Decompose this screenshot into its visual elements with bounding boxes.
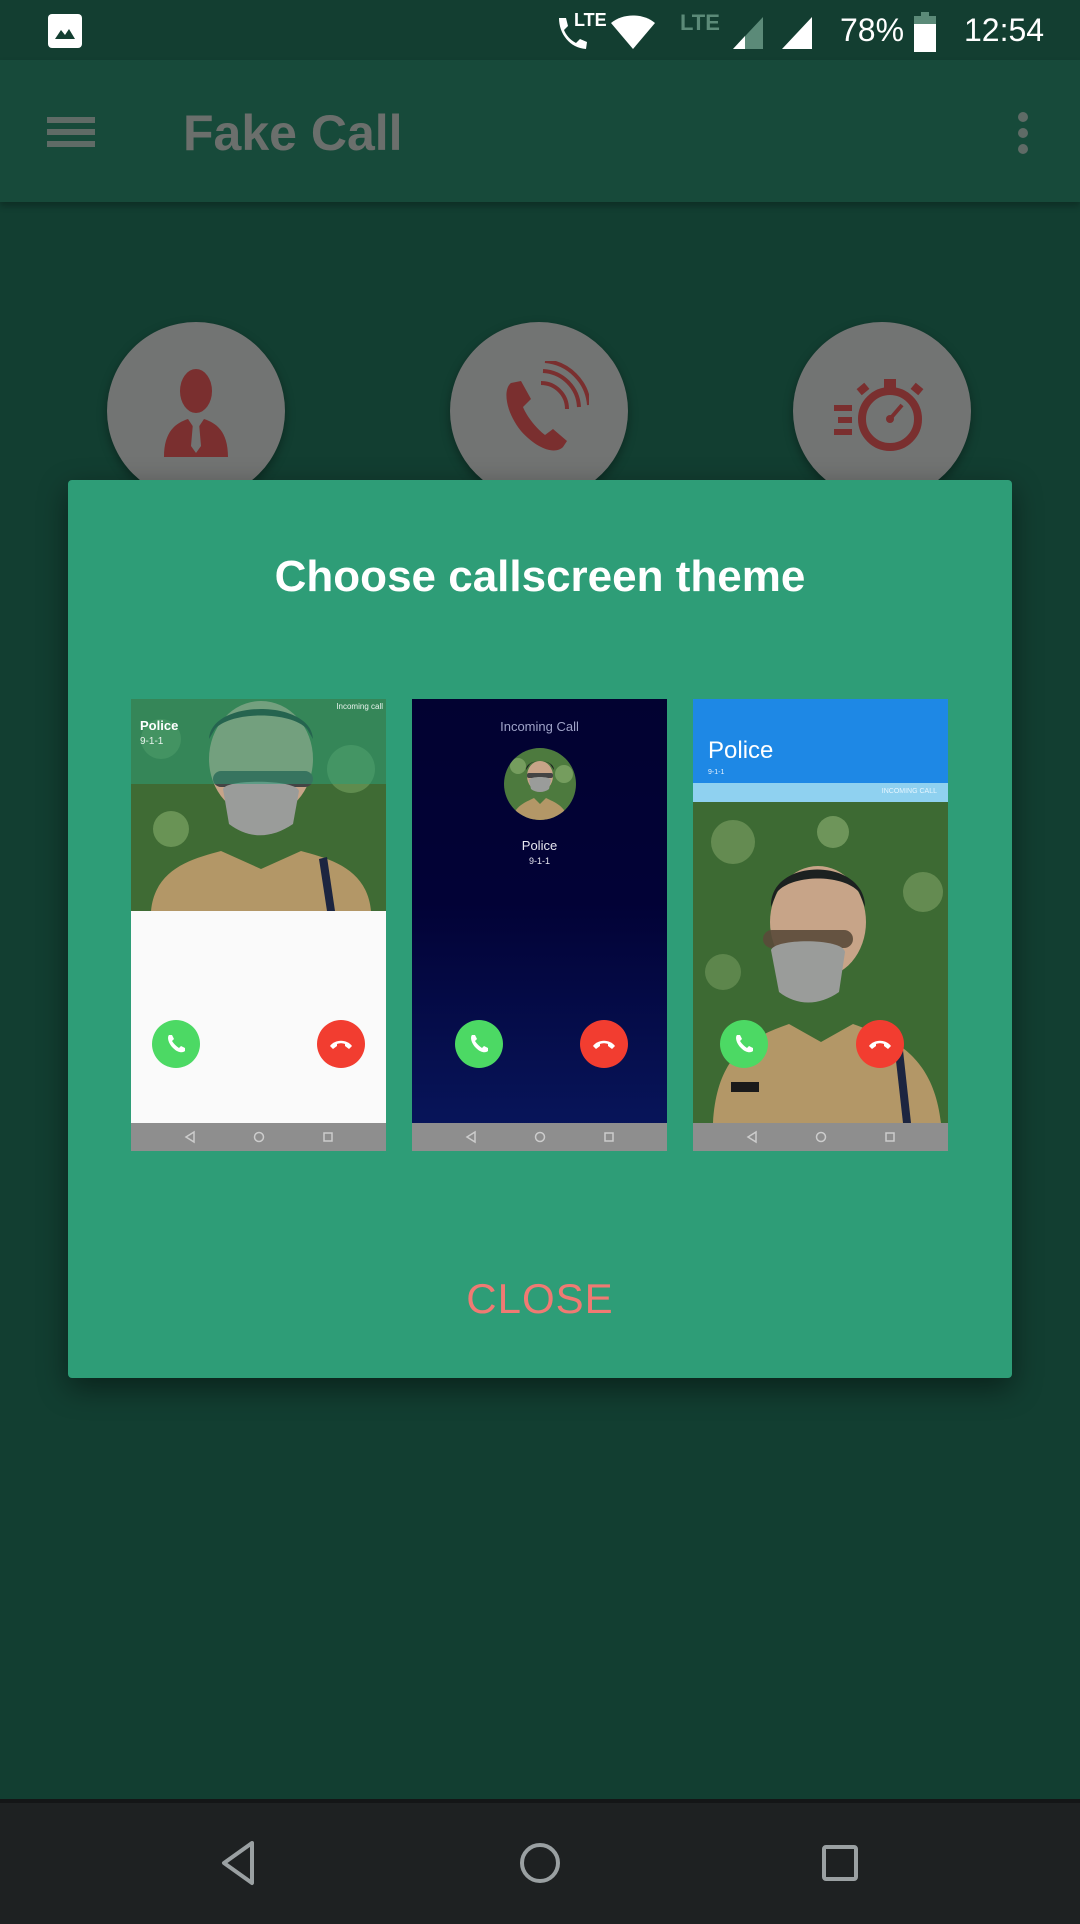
mini-back-icon [746, 1130, 757, 1144]
mini-recents-icon [323, 1132, 333, 1142]
mini-home-icon [815, 1131, 827, 1143]
mini-recents-icon [604, 1132, 614, 1142]
accept-call-icon [455, 1020, 503, 1068]
recents-square-icon[interactable] [818, 1839, 862, 1887]
back-triangle-icon[interactable] [218, 1839, 262, 1887]
data-lte-label: LTE [680, 10, 720, 35]
signal-sim2-icon [782, 17, 812, 54]
controls-area [131, 911, 386, 1123]
caller-profile-button[interactable] [107, 322, 285, 500]
hamburger-menu-icon[interactable] [47, 117, 95, 147]
incoming-label: INCOMING CALL [881, 788, 937, 795]
signal-sim1-icon [733, 17, 763, 54]
decline-call-icon [580, 1020, 628, 1068]
incoming-label: Incoming Call [500, 719, 579, 734]
mini-home-icon [534, 1131, 546, 1143]
call-lte-label: LTE [574, 10, 607, 30]
battery-percent: 78% [840, 12, 905, 48]
more-vert-icon[interactable] [1018, 112, 1028, 154]
close-button[interactable]: CLOSE [68, 1275, 1012, 1323]
mini-nav-bar [131, 1123, 386, 1151]
clock: 12:54 [964, 12, 1045, 48]
mini-back-icon [465, 1130, 476, 1144]
caller-number: 9-1-1 [140, 736, 164, 747]
caller-photo [693, 802, 948, 1123]
incoming-label: Incoming call [336, 702, 383, 711]
mini-nav-bar [412, 1123, 667, 1151]
wifi-icon [610, 14, 656, 55]
caller-avatar [504, 748, 576, 820]
accept-call-icon [720, 1020, 768, 1068]
theme-option-1[interactable]: Police 9-1-1 Incoming call [131, 699, 386, 1151]
caller-name: Police [140, 718, 179, 733]
system-nav-bar [0, 1799, 1080, 1924]
person-icon [164, 369, 228, 457]
mini-nav-bar [693, 1123, 948, 1151]
phone-ringing-icon [506, 361, 589, 451]
app-toolbar: Fake Call [0, 60, 1080, 202]
caller-number: 9-1-1 [708, 769, 725, 776]
theme-option-2[interactable]: Incoming Call Police 9-1-1 [412, 699, 667, 1151]
battery-icon [914, 12, 936, 57]
caller-name: Police [708, 737, 774, 764]
theme-option-3[interactable]: Police 9-1-1 INCOMING CALL [693, 699, 948, 1151]
decline-call-icon [856, 1020, 904, 1068]
timer-button[interactable] [793, 322, 971, 500]
status-bar: LTE LTE 78% 12:54 [0, 0, 1080, 60]
decline-call-icon [317, 1020, 365, 1068]
mini-home-icon [253, 1131, 265, 1143]
stopwatch-icon [834, 379, 924, 451]
accept-call-icon [152, 1020, 200, 1068]
caller-name: Police [521, 838, 558, 853]
name-overlay [131, 699, 386, 784]
mini-back-icon [184, 1130, 195, 1144]
dialog-title: Choose callscreen theme [274, 552, 806, 601]
mini-recents-icon [885, 1132, 895, 1142]
caller-number: 9-1-1 [528, 856, 550, 866]
app-title: Fake Call [183, 105, 403, 161]
call-settings-button[interactable] [450, 322, 628, 500]
image-notification-icon [48, 14, 82, 48]
home-circle-icon[interactable] [518, 1839, 562, 1887]
theme-dialog: Choose callscreen theme Police 9-1-1 Inc… [68, 480, 1012, 1378]
